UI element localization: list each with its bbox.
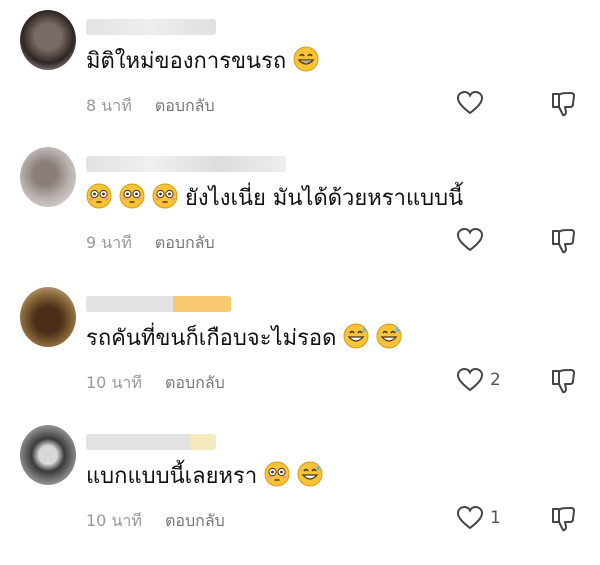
like-button[interactable]: 2: [456, 367, 501, 393]
comment-body: แบกแบบนี้เลยหรา: [86, 464, 258, 489]
timestamp: 10 นาที: [86, 511, 142, 530]
thumbs-down-icon[interactable]: [550, 90, 576, 118]
flushed-emoji-icon: [86, 183, 112, 209]
grin-sweat-emoji-icon: [376, 323, 402, 349]
reply-button[interactable]: ตอบกลับ: [155, 96, 215, 115]
grin-sweat-emoji-icon: [297, 461, 323, 487]
comment-item: แบกแบบนี้เลยหรา 10 นาที ตอบกลับ 1: [0, 425, 600, 565]
like-button[interactable]: 1: [456, 505, 501, 531]
like-button[interactable]: [456, 90, 490, 116]
username-blurred[interactable]: [86, 19, 216, 35]
username-blurred[interactable]: [86, 296, 231, 312]
avatar[interactable]: [20, 287, 76, 347]
thumbs-down-icon[interactable]: [550, 505, 576, 533]
flushed-emoji-icon: [152, 183, 178, 209]
comment-text: แบกแบบนี้เลยหรา: [86, 461, 323, 492]
grin-sweat-emoji-icon: [343, 323, 369, 349]
timestamp: 10 นาที: [86, 373, 142, 392]
comment-meta: 9 นาที ตอบกลับ: [86, 231, 215, 256]
like-button[interactable]: [456, 227, 490, 253]
reply-button[interactable]: ตอบกลับ: [155, 233, 215, 252]
timestamp: 9 นาที: [86, 233, 132, 252]
comment-body: มิติใหม่ของการขนรถ: [86, 49, 287, 74]
grin-emoji-icon: [293, 46, 319, 72]
comment-text: รถคันที่ขนก็เกือบจะไม่รอด: [86, 323, 402, 354]
comment-item: รถคันที่ขนก็เกือบจะไม่รอด 10 นาที ตอบกลั…: [0, 287, 600, 427]
comment-meta: 10 นาที ตอบกลับ: [86, 371, 225, 396]
like-count: 2: [490, 370, 501, 390]
username-blurred[interactable]: [86, 434, 216, 450]
avatar[interactable]: [20, 10, 76, 70]
comment-meta: 8 นาที ตอบกลับ: [86, 94, 215, 119]
heart-icon: [456, 505, 484, 530]
comment-item: มิติใหม่ของการขนรถ 8 นาที ตอบกลับ: [0, 10, 600, 150]
comment-item: ยังไงเนี่ย มันได้ด้วยหราแบบนี้ 9 นาที ตอ…: [0, 147, 600, 287]
comment-meta: 10 นาที ตอบกลับ: [86, 509, 225, 534]
reply-button[interactable]: ตอบกลับ: [165, 511, 225, 530]
thumbs-down-icon[interactable]: [550, 227, 576, 255]
comment-text: ยังไงเนี่ย มันได้ด้วยหราแบบนี้: [86, 183, 463, 214]
comment-body: รถคันที่ขนก็เกือบจะไม่รอด: [86, 326, 337, 351]
avatar[interactable]: [20, 147, 76, 207]
avatar[interactable]: [20, 425, 76, 485]
flushed-emoji-icon: [119, 183, 145, 209]
comment-text: มิติใหม่ของการขนรถ: [86, 46, 319, 77]
comment-body: ยังไงเนี่ย มันได้ด้วยหราแบบนี้: [185, 186, 464, 211]
heart-icon: [456, 90, 484, 115]
heart-icon: [456, 367, 484, 392]
heart-icon: [456, 227, 484, 252]
timestamp: 8 นาที: [86, 96, 132, 115]
reply-button[interactable]: ตอบกลับ: [165, 373, 225, 392]
username-blurred[interactable]: [86, 156, 286, 172]
flushed-emoji-icon: [264, 461, 290, 487]
like-count: 1: [490, 508, 501, 528]
thumbs-down-icon[interactable]: [550, 367, 576, 395]
